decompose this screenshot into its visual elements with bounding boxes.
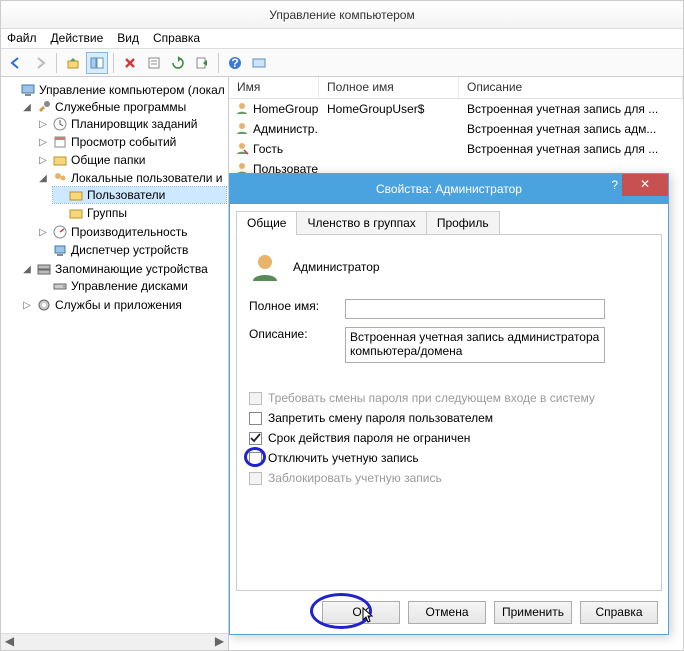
tree-disk-management[interactable]: Управление дисками bbox=[37, 278, 226, 294]
toolbar: ? bbox=[1, 49, 683, 77]
tree-groups[interactable]: Группы bbox=[53, 205, 226, 221]
menu-help[interactable]: Справка bbox=[153, 31, 200, 46]
ok-button[interactable]: OK bbox=[322, 601, 400, 624]
folder-icon bbox=[52, 152, 68, 168]
chk-locked-row: Заблокировать учетную запись bbox=[249, 471, 649, 485]
tab-profile[interactable]: Профиль bbox=[426, 211, 500, 235]
tree-shared-folders[interactable]: ▷Общие папки bbox=[37, 152, 226, 168]
dialog-tabs: Общие Членство в группах Профиль bbox=[236, 210, 662, 235]
tree-device-manager[interactable]: Диспетчер устройств bbox=[37, 242, 226, 258]
list-item[interactable]: HomeGroup...HomeGroupUser$Встроенная уче… bbox=[229, 99, 683, 119]
view-button[interactable] bbox=[248, 52, 270, 74]
chk-no-change[interactable] bbox=[249, 412, 262, 425]
tab-general-page: Администратор Полное имя: Описание: Треб… bbox=[236, 235, 662, 591]
show-hide-tree-button[interactable] bbox=[86, 52, 108, 74]
refresh-button[interactable] bbox=[167, 52, 189, 74]
username-label: Администратор bbox=[293, 260, 380, 274]
chk-no-change-row[interactable]: Запретить смену пароля пользователем bbox=[249, 411, 649, 425]
folder-icon bbox=[68, 187, 84, 203]
tab-member-of[interactable]: Членство в группах bbox=[296, 211, 426, 235]
description-field[interactable] bbox=[345, 327, 605, 363]
chk-disable-account[interactable] bbox=[249, 452, 262, 465]
chk-must-change-row: Требовать смены пароля при следующем вхо… bbox=[249, 391, 649, 405]
help-button[interactable]: Справка bbox=[580, 601, 658, 624]
tree-scrollbar[interactable]: ◀▶ bbox=[1, 633, 228, 650]
tree-services-apps[interactable]: ▷Службы и приложения bbox=[21, 297, 226, 313]
folder-icon bbox=[68, 205, 84, 221]
export-button[interactable] bbox=[191, 52, 213, 74]
menu-view[interactable]: Вид bbox=[117, 31, 139, 46]
forward-button[interactable] bbox=[29, 52, 51, 74]
tree-event-viewer[interactable]: ▷Просмотр событий bbox=[37, 134, 226, 150]
chk-locked bbox=[249, 472, 262, 485]
chk-never-expire[interactable] bbox=[249, 432, 262, 445]
device-icon bbox=[52, 242, 68, 258]
cursor-icon bbox=[362, 607, 376, 628]
properties-button[interactable] bbox=[143, 52, 165, 74]
col-fullname[interactable]: Полное имя bbox=[319, 77, 459, 98]
menubar: Файл Действие Вид Справка bbox=[1, 29, 683, 49]
clock-icon bbox=[52, 116, 68, 132]
delete-button[interactable] bbox=[119, 52, 141, 74]
menu-file[interactable]: Файл bbox=[7, 31, 37, 46]
tree-services-group[interactable]: ◢Служебные программы bbox=[21, 99, 226, 115]
list-item[interactable]: Администр...Встроенная учетная запись ад… bbox=[229, 119, 683, 139]
computer-icon bbox=[20, 82, 36, 98]
properties-dialog: Свойства: Администратор ? ✕ Общие Членст… bbox=[229, 173, 669, 635]
chk-must-change bbox=[249, 392, 262, 405]
back-button[interactable] bbox=[5, 52, 27, 74]
fullname-label: Полное имя: bbox=[249, 299, 345, 313]
users-icon bbox=[52, 170, 68, 186]
list-body: HomeGroup...HomeGroupUser$Встроенная уче… bbox=[229, 99, 683, 179]
list-item[interactable]: ГостьВстроенная учетная запись для ... bbox=[229, 139, 683, 159]
cancel-button[interactable]: Отмена bbox=[408, 601, 486, 624]
description-label: Описание: bbox=[249, 327, 345, 341]
col-name[interactable]: Имя bbox=[229, 77, 319, 98]
dialog-footer: OK Отмена Применить Справка bbox=[322, 601, 658, 624]
storage-icon bbox=[36, 261, 52, 277]
apply-button[interactable]: Применить bbox=[494, 601, 572, 624]
chk-disable-row[interactable]: Отключить учетную запись bbox=[249, 451, 649, 465]
tools-icon bbox=[36, 99, 52, 115]
dialog-help-button[interactable]: ? bbox=[611, 178, 618, 192]
user-large-icon bbox=[249, 251, 281, 283]
tree-storage[interactable]: ◢Запоминающие устройства bbox=[21, 261, 226, 277]
tree-task-scheduler[interactable]: ▷Планировщик заданий bbox=[37, 116, 226, 132]
disk-icon bbox=[52, 278, 68, 294]
list-header: Имя Полное имя Описание bbox=[229, 77, 683, 99]
user-disabled-icon bbox=[235, 141, 249, 158]
chk-never-expire-row[interactable]: Срок действия пароля не ограничен bbox=[249, 431, 649, 445]
help-button[interactable]: ? bbox=[224, 52, 246, 74]
up-button[interactable] bbox=[62, 52, 84, 74]
dialog-close-button[interactable]: ✕ bbox=[622, 174, 668, 196]
dialog-titlebar[interactable]: Свойства: Администратор ? ✕ bbox=[230, 174, 668, 204]
fullname-field[interactable] bbox=[345, 299, 605, 319]
tree-users[interactable]: Пользователи bbox=[53, 187, 226, 203]
event-icon bbox=[52, 134, 68, 150]
user-icon bbox=[235, 121, 249, 138]
services-icon bbox=[36, 297, 52, 313]
user-icon bbox=[235, 101, 249, 118]
main-panel: Имя Полное имя Описание HomeGroup...Home… bbox=[229, 77, 683, 650]
svg-text:?: ? bbox=[231, 56, 238, 70]
tree-local-users[interactable]: ◢Локальные пользователи и bbox=[37, 170, 226, 186]
dialog-title: Свойства: Администратор bbox=[376, 182, 522, 196]
tab-general[interactable]: Общие bbox=[236, 211, 297, 235]
menu-action[interactable]: Действие bbox=[51, 31, 104, 46]
window-title: Управление компьютером bbox=[1, 1, 683, 29]
tree-panel: Управление компьютером (локал ◢Служебные… bbox=[1, 77, 229, 650]
col-description[interactable]: Описание bbox=[459, 77, 683, 98]
tree-root[interactable]: Управление компьютером (локал bbox=[5, 82, 226, 98]
perf-icon bbox=[52, 224, 68, 240]
tree-performance[interactable]: ▷Производительность bbox=[37, 224, 226, 240]
